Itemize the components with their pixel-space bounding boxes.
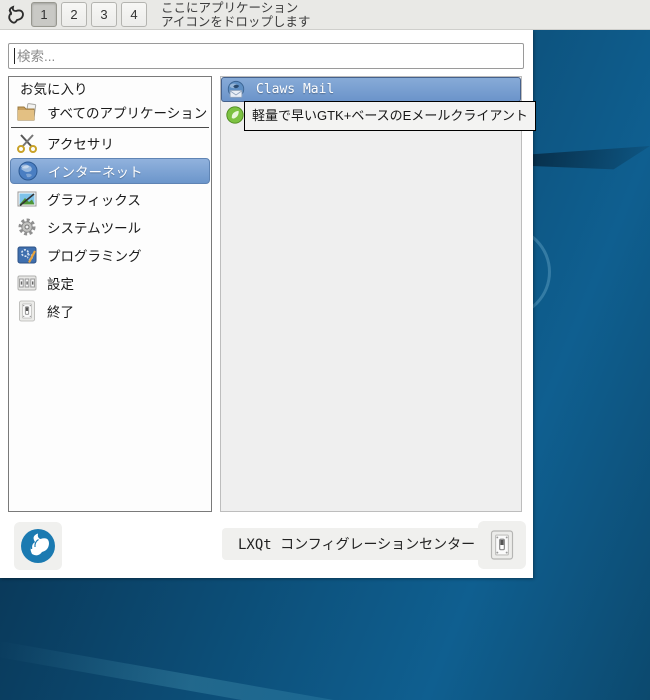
lxqt-configuration-center-button[interactable]: LXQt コンフィグレーションセンター <box>222 528 492 560</box>
category-sidebar: お気に入り すべてのアプリケーション アクセサリ インターネット グラフィックス… <box>8 76 212 512</box>
leave-button[interactable] <box>478 521 526 569</box>
sidebar-item-label: 設定 <box>47 277 74 292</box>
app-item-claws-mail[interactable]: Claws Mail <box>221 77 521 102</box>
folder-icon <box>15 100 39 124</box>
sidebar-item-all-applications[interactable]: すべてのアプリケーション <box>10 99 210 125</box>
application-menu-popup: お気に入り すべてのアプリケーション ア <box>0 30 536 578</box>
app-tooltip: 軽量で早いGTK+ベースのEメールクライアント <box>244 101 536 131</box>
sidebar-item-label: インターネット <box>48 165 143 180</box>
sidebar-item-label: アクセサリ <box>47 137 114 152</box>
sidebar-item-programming[interactable]: プログラミング <box>10 242 210 268</box>
lxqt-menu-button[interactable] <box>14 522 62 570</box>
search-input[interactable] <box>8 43 524 69</box>
sidebar-item-internet[interactable]: インターネット <box>10 158 210 184</box>
workspace-button-4[interactable]: 4 <box>121 2 147 27</box>
lxqt-bird-icon[interactable] <box>3 3 27 27</box>
drop-hint-line1: ここにアプリケーション <box>161 0 299 15</box>
sidebar-item-favorites[interactable]: お気に入り <box>10 79 210 97</box>
top-panel: 1 2 3 4 ここにアプリケーション アイコンをドロップします <box>0 0 650 30</box>
light-switch-icon <box>15 299 39 323</box>
sidebar-item-label: 終了 <box>47 305 74 320</box>
wallpaper-wedge-decoration <box>520 146 650 170</box>
workspace-button-1[interactable]: 1 <box>31 2 57 27</box>
sidebar-item-settings[interactable]: 設定 <box>10 270 210 296</box>
drop-hint-line2: アイコンをドロップします <box>161 14 311 29</box>
sidebar-separator <box>11 127 209 128</box>
light-switch-icon <box>490 530 514 560</box>
drop-hint-text: ここにアプリケーション アイコンをドロップします <box>161 1 310 29</box>
workspace-button-3[interactable]: 3 <box>91 2 117 27</box>
application-list-panel: Claws Mail <box>220 76 522 512</box>
globe-icon <box>16 159 40 183</box>
image-icon <box>15 187 39 211</box>
text-caret <box>14 48 15 64</box>
wallpaper-streak-decoration <box>0 636 602 700</box>
claws-mail-icon <box>226 80 246 100</box>
workspace-button-2[interactable]: 2 <box>61 2 87 27</box>
switch-panel-icon <box>15 271 39 295</box>
sidebar-item-accessories[interactable]: アクセサリ <box>10 130 210 156</box>
midori-icon <box>225 105 245 125</box>
sidebar-item-label: グラフィックス <box>47 193 141 208</box>
sidebar-item-label: プログラミング <box>47 249 142 264</box>
sidebar-item-graphics[interactable]: グラフィックス <box>10 186 210 212</box>
programming-icon <box>15 243 39 267</box>
sidebar-item-label: システムツール <box>47 221 142 236</box>
gear-icon <box>15 215 39 239</box>
sidebar-item-system-tools[interactable]: システムツール <box>10 214 210 240</box>
sidebar-item-label: すべてのアプリケーション <box>47 106 208 121</box>
lxqt-logo-icon <box>21 529 55 563</box>
sidebar-item-leave[interactable]: 終了 <box>10 298 210 324</box>
scissors-icon <box>15 131 39 155</box>
app-item-label: Claws Mail <box>256 82 335 97</box>
sidebar-item-label: お気に入り <box>20 82 88 97</box>
search-field-wrap <box>8 43 524 69</box>
